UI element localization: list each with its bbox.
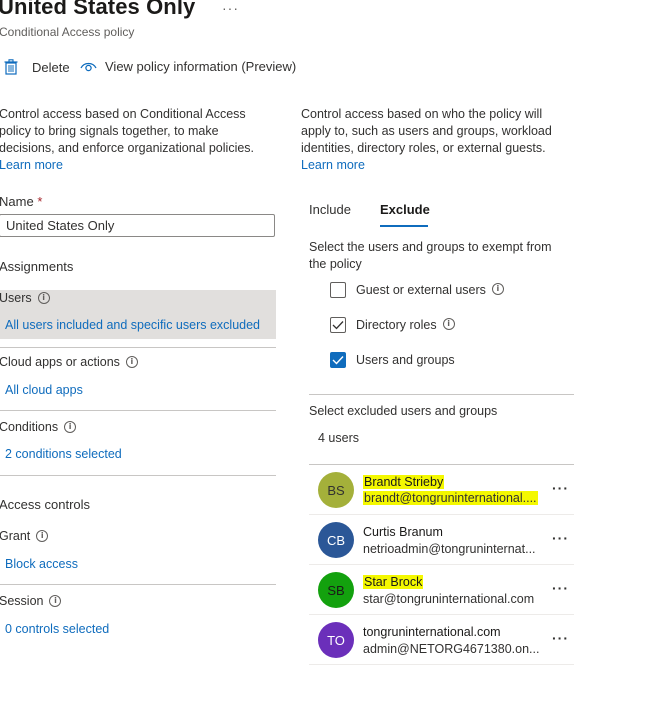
info-icon: i: [49, 594, 62, 607]
user-more-button[interactable]: ···: [552, 630, 569, 646]
active-tab-indicator: [380, 225, 428, 227]
user-more-button[interactable]: ···: [552, 480, 569, 496]
user-name: tongruninternational.com: [363, 625, 501, 639]
divider: [309, 394, 574, 395]
session-row-label: Session i: [0, 594, 62, 608]
conditions-label: Conditions: [0, 420, 59, 434]
eye-icon: [80, 61, 97, 73]
description-line: Control access based on Conditional Acce…: [0, 107, 246, 121]
name-field-label: Name *: [0, 194, 42, 209]
directory-roles-checkbox[interactable]: [330, 317, 346, 333]
conditions-row-label: Conditions i: [0, 420, 77, 434]
users-row-label: Users i: [0, 291, 50, 305]
info-icon: i: [125, 355, 138, 368]
user-email: star@tongruninternational.com: [363, 592, 535, 606]
info-icon: i: [37, 291, 50, 304]
grant-row-label: Grant i: [0, 529, 49, 543]
conditions-link[interactable]: 2 conditions selected: [5, 447, 122, 461]
user-name: Curtis Branum: [363, 525, 443, 539]
view-policy-info-label: View policy information (Preview): [105, 59, 297, 74]
tab-exclude[interactable]: Exclude: [380, 202, 430, 217]
user-more-button[interactable]: ···: [552, 530, 569, 546]
info-icon: i: [491, 283, 504, 295]
checkbox-label: Users and groups: [356, 353, 455, 367]
avatar: BS: [318, 472, 354, 508]
description-line: policy to bring signals together, to mak…: [0, 124, 219, 138]
select-excluded-label: Select excluded users and groups: [309, 404, 498, 418]
grant-link[interactable]: Block access: [5, 557, 78, 571]
users-and-groups-checkbox-row[interactable]: Users and groups: [330, 352, 455, 368]
user-name: Star Brock: [363, 575, 424, 589]
guest-external-users-checkbox[interactable]: [330, 282, 346, 298]
required-asterisk: *: [37, 194, 43, 209]
info-icon: i: [442, 318, 455, 330]
divider: [0, 475, 276, 476]
delete-label: Delete: [32, 59, 70, 75]
user-name-text: Brandt Strieby: [363, 475, 445, 489]
divider: [309, 464, 574, 465]
tab-include[interactable]: Include: [309, 202, 351, 217]
divider: [0, 410, 276, 411]
divider: [0, 347, 276, 348]
checkmark-icon: [332, 321, 344, 330]
session-link[interactable]: 0 controls selected: [5, 622, 109, 636]
divider: [0, 584, 276, 585]
checkbox-label: Directory roles: [356, 318, 437, 332]
users-assignment-link[interactable]: All users included and specific users ex…: [5, 318, 260, 332]
users-count-link[interactable]: 4 users: [318, 430, 359, 447]
more-options-button[interactable]: ···: [222, 0, 239, 16]
description-line: apply to, such as users and groups, work…: [301, 124, 552, 138]
description-line: decisions, and enforce organizational po…: [0, 141, 255, 155]
cloud-apps-label: Cloud apps or actions: [0, 355, 120, 369]
info-icon: i: [64, 420, 77, 433]
trash-icon: [4, 59, 18, 75]
page-title: United States Only: [0, 0, 196, 19]
description-line: identities, directory roles, or external…: [301, 141, 546, 155]
grant-label: Grant: [0, 529, 31, 543]
divider: [309, 564, 574, 565]
user-email-text: brandt@tongruninternational....: [363, 491, 538, 505]
checkbox-label: Guest or external users: [356, 283, 486, 297]
info-icon: i: [36, 529, 49, 542]
user-name: Brandt Strieby: [363, 475, 445, 489]
left-description: Control access based on Conditional Acce…: [0, 106, 254, 174]
access-controls-heading: Access controls: [0, 497, 91, 512]
right-learn-more-link[interactable]: Learn more: [301, 158, 365, 172]
directory-roles-checkbox-row[interactable]: Directory roles i: [330, 317, 455, 333]
user-email: brandt@tongruninternational....: [363, 491, 548, 505]
user-email: netrioadmin@tongruninternat...: [363, 542, 536, 556]
delete-button[interactable]: Delete: [4, 59, 70, 75]
divider: [309, 664, 574, 665]
checkmark-icon: [332, 356, 344, 365]
users-and-groups-checkbox[interactable]: [330, 352, 346, 368]
left-learn-more-link[interactable]: Learn more: [0, 158, 63, 172]
description-line: the policy: [309, 257, 362, 271]
avatar: SB: [318, 572, 354, 608]
divider: [309, 514, 574, 515]
session-label: Session: [0, 594, 44, 608]
cloud-apps-link[interactable]: All cloud apps: [5, 383, 83, 397]
right-description: Control access based on who the policy w…: [301, 106, 552, 174]
assignments-heading: Assignments: [0, 259, 74, 274]
divider: [309, 614, 574, 615]
avatar: CB: [318, 522, 354, 558]
description-line: Control access based on who the policy w…: [301, 107, 543, 121]
name-label: Name: [0, 194, 34, 209]
user-name-text: Star Brock: [363, 575, 424, 589]
view-policy-info-button[interactable]: View policy information (Preview): [80, 59, 296, 74]
description-line: Select the users and groups to exempt fr…: [309, 240, 552, 254]
user-email: admin@NETORG4671380.on...: [363, 642, 540, 656]
page-subtitle: Conditional Access policy: [0, 25, 135, 39]
guest-external-users-checkbox-row[interactable]: Guest or external users i: [330, 282, 504, 298]
avatar: TO: [318, 622, 354, 658]
policy-name-input[interactable]: United States Only: [0, 214, 275, 237]
user-more-button[interactable]: ···: [552, 580, 569, 596]
exclude-description: Select the users and groups to exempt fr…: [309, 239, 552, 273]
cloud-apps-row-label: Cloud apps or actions i: [0, 355, 138, 369]
users-label: Users: [0, 291, 32, 305]
